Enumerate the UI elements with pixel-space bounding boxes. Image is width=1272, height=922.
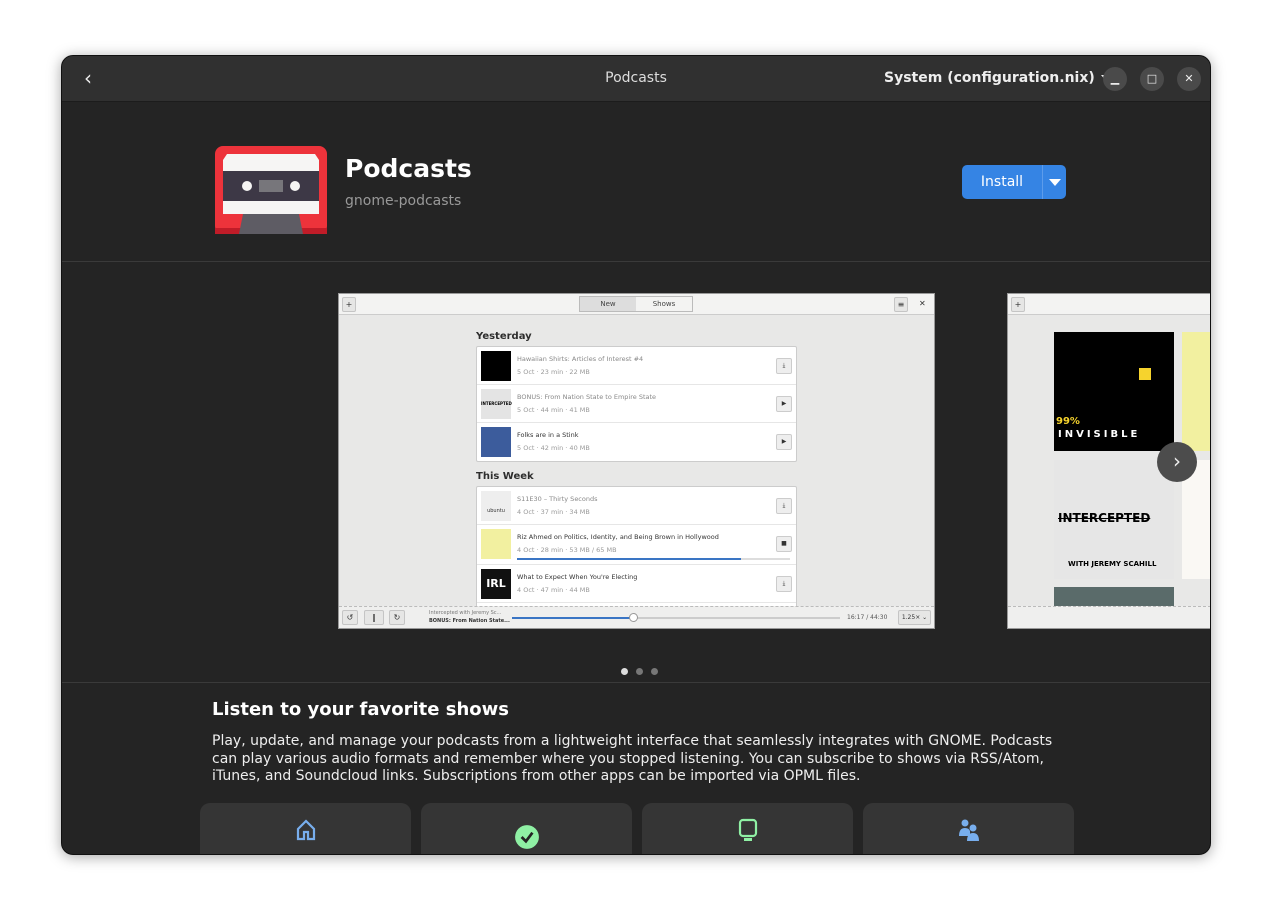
episode-row: Hawaiian Shirts: Articles of Interest #4… — [477, 347, 796, 385]
seek-slider — [512, 613, 840, 622]
carousel-indicator — [621, 668, 658, 675]
download-icon: ⤓ — [776, 576, 792, 592]
monitor-icon — [738, 818, 757, 841]
show-label: INTERCEPTED — [1058, 511, 1151, 525]
carousel-dot[interactable] — [621, 668, 628, 675]
show-label: WITH JEREMY SCAHILL — [1068, 560, 1157, 568]
description-body: Play, update, and manage your podcasts f… — [212, 733, 1053, 784]
source-dropdown[interactable]: System (configuration.nix) — [884, 70, 1113, 86]
install-options-button[interactable] — [1043, 165, 1066, 199]
play-icon: ▶ — [776, 396, 792, 412]
player-bar — [1008, 606, 1210, 628]
close-button[interactable]: ✕ — [1177, 67, 1201, 91]
forward-icon: ↻ — [389, 610, 405, 625]
show-art — [481, 351, 511, 381]
install-split-button: Install — [962, 165, 1066, 199]
maximize-button[interactable]: □ — [1140, 67, 1164, 91]
home-icon — [296, 819, 315, 841]
next-screenshot-button[interactable]: › — [1157, 442, 1197, 482]
rewind-icon: ↺ — [342, 610, 358, 625]
episode-meta: 4 Oct · 37 min · 34 MB — [517, 508, 590, 516]
show-art — [481, 529, 511, 559]
play-icon: ▶ — [776, 434, 792, 450]
show-art: ubuntu — [481, 491, 511, 521]
player-show: Intercepted with Jeremy Sc... — [429, 610, 502, 616]
show-tile-99-invisible: 99% INVISIBLE — [1054, 332, 1174, 451]
screenshot-titlebar: + — [1008, 294, 1210, 315]
episode-row: Riz Ahmed on Politics, Identity, and Bei… — [477, 525, 796, 565]
screenshot-main[interactable]: + New Shows ≡ ✕ Yesterday Hawaiian Shirts… — [338, 293, 935, 629]
episode-title: BONUS: From Nation State to Empire State — [517, 393, 657, 401]
description-heading: Listen to your favorite shows — [212, 699, 509, 720]
episode-meta: 4 Oct · 28 min · 53 MB / 65 MB — [517, 546, 617, 554]
episode-row: IRL What to Expect When You're Electing 4 … — [477, 565, 796, 603]
carousel-dot[interactable] — [636, 668, 643, 675]
context-tile-hardware[interactable] — [642, 803, 853, 854]
screenshot-titlebar: + New Shows ≡ ✕ — [339, 294, 934, 315]
download-icon: ⤓ — [776, 498, 792, 514]
download-icon: ⤓ — [776, 358, 792, 374]
install-button[interactable]: Install — [962, 165, 1043, 199]
show-label: 99% — [1056, 416, 1080, 427]
show-art — [481, 427, 511, 457]
episode-meta: 5 Oct · 44 min · 41 MB — [517, 406, 590, 414]
tab-shows: Shows — [652, 300, 676, 308]
episode-title: S11E30 – Thirty Seconds — [517, 495, 598, 503]
episode-row: Folks are in a Stink 5 Oct · 42 min · 40 … — [477, 423, 796, 461]
header-bar: ‹ Podcasts System (configuration.nix) ▁ … — [62, 56, 1210, 102]
episode-meta: 5 Oct · 23 min · 22 MB — [517, 368, 590, 376]
speed-selector: 1.25× ⌄ — [898, 610, 931, 625]
divider — [62, 261, 1210, 262]
episode-meta: 4 Oct · 47 min · 44 MB — [517, 586, 590, 594]
episode-row: INTERCEPTED BONUS: From Nation State to E… — [477, 385, 796, 423]
view-switcher: New Shows — [579, 296, 693, 312]
app-id: gnome-podcasts — [345, 193, 462, 209]
tab-new: New — [580, 297, 636, 311]
episode-title: What to Expect When You're Electing — [517, 573, 638, 581]
show-art: INTERCEPTED — [481, 389, 512, 419]
minimize-button[interactable]: ▁ — [1103, 67, 1127, 91]
download-progress — [517, 558, 790, 560]
episode-title: Riz Ahmed on Politics, Identity, and Bei… — [517, 533, 719, 541]
episode-list: Hawaiian Shirts: Articles of Interest #4… — [476, 346, 797, 462]
menu-icon: ≡ — [894, 297, 908, 312]
section-title: This Week — [476, 471, 534, 482]
carousel-dot[interactable] — [651, 668, 658, 675]
section-title: Yesterday — [476, 331, 532, 342]
source-label: System (configuration.nix) — [884, 70, 1095, 86]
chevron-down-icon — [1048, 178, 1061, 186]
episode-title: Folks are in a Stink — [517, 431, 579, 439]
episode-row: ubuntu S11E30 – Thirty Seconds 4 Oct · 37 … — [477, 487, 796, 525]
episode-list: ubuntu S11E30 – Thirty Seconds 4 Oct · 37 … — [476, 486, 797, 608]
player-episode: BONUS: From Nation State... — [429, 618, 510, 624]
show-label: INVISIBLE — [1058, 429, 1141, 440]
add-icon: + — [1011, 297, 1025, 312]
player-bar: ↺ ‖ ↻ Intercepted with Jeremy Sc... BONU… — [339, 606, 934, 628]
context-tile-permissions[interactable] — [863, 803, 1074, 854]
player-time: 16:17 / 44:30 — [847, 614, 888, 621]
stop-icon: ■ — [776, 536, 792, 552]
close-icon: ✕ — [919, 299, 926, 308]
checkmark-icon — [514, 825, 539, 849]
episode-meta: 5 Oct · 42 min · 40 MB — [517, 444, 590, 452]
context-tile-age-rating[interactable] — [421, 803, 632, 854]
users-icon — [958, 819, 979, 841]
app-name: Podcasts — [345, 154, 472, 183]
chevron-right-icon: › — [1173, 449, 1181, 473]
app-icon — [215, 146, 327, 234]
add-icon: + — [342, 297, 356, 312]
pause-icon: ‖ — [364, 610, 384, 625]
divider — [62, 682, 1210, 683]
show-tile-intercepted: INTERCEPTED WITH JEREMY SCAHILL — [1054, 460, 1174, 579]
context-tile-safety[interactable] — [200, 803, 411, 854]
episode-title: Hawaiian Shirts: Articles of Interest #4 — [517, 355, 644, 363]
show-art: IRL — [481, 569, 511, 599]
app-window: ‹ Podcasts System (configuration.nix) ▁ … — [61, 55, 1211, 855]
